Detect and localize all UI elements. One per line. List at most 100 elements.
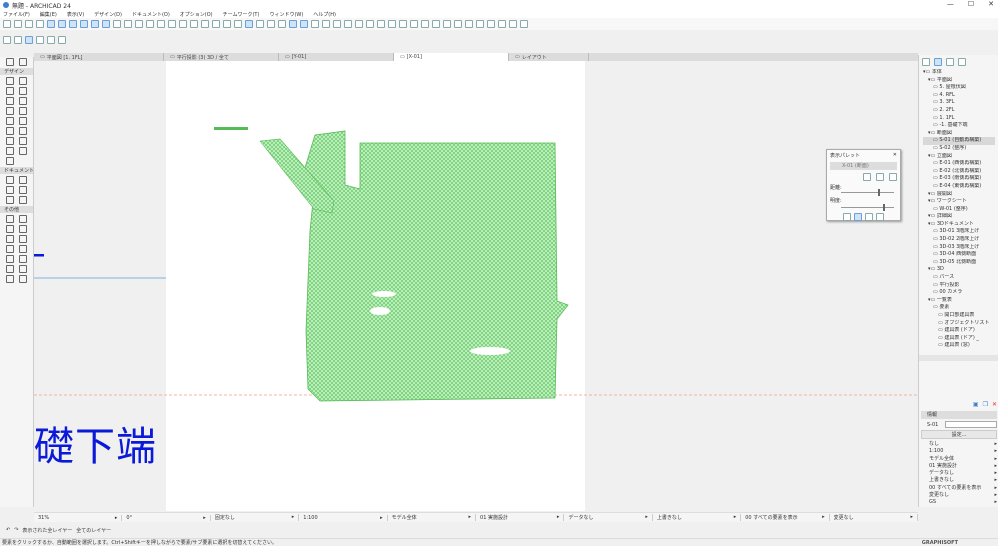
tab-view[interactable]: ▭ 平行投影 (3) 3D / 全て [164, 53, 279, 61]
tool-icon[interactable] [19, 77, 28, 85]
tool-icon[interactable] [5, 176, 14, 184]
quick-option[interactable]: 0° ▸ [122, 514, 211, 521]
menu-item[interactable]: ドキュメント(O) [132, 11, 170, 18]
toolbar-button[interactable] [80, 20, 88, 28]
toolbar-button[interactable] [36, 20, 44, 28]
menu-item[interactable]: 表示(V) [67, 11, 84, 18]
tool-icon[interactable] [5, 215, 14, 223]
show-all-layers-button[interactable]: 表示された全レイヤー [22, 527, 72, 534]
tool-icon[interactable] [19, 215, 28, 223]
tree-item[interactable]: ▭ 00 カメラ [923, 289, 995, 297]
tree-item[interactable]: ▭ W-01 (整序) [923, 206, 995, 214]
palette-mode-button[interactable] [854, 213, 862, 221]
tool-icon[interactable] [5, 97, 14, 105]
toolbar-button[interactable] [3, 36, 11, 44]
tab-view[interactable]: ▭ [X-01] [394, 53, 509, 61]
tool-icon[interactable] [19, 176, 28, 184]
toolbar-button[interactable] [14, 36, 22, 44]
tool-icon[interactable] [19, 265, 28, 273]
tool-icon[interactable] [5, 245, 14, 253]
toolbar-button[interactable] [476, 20, 484, 28]
tree-item[interactable]: ▭ 3D-04 西側断面 [923, 251, 995, 259]
tree-item[interactable]: ▭ 要素 [923, 304, 995, 312]
quick-option[interactable]: 1:100 ▸ [299, 514, 388, 521]
toolbar-button[interactable] [465, 20, 473, 28]
tree-item[interactable]: ▭ 3D-01 3階床上げ [923, 228, 995, 236]
tree-item[interactable]: ▾▭ 断面図 [923, 130, 995, 138]
tree-item[interactable]: ▭ 建具表 (窓) [923, 342, 995, 350]
tree-item[interactable]: ▭ パース [923, 274, 995, 282]
menu-item[interactable]: チームワーク(T) [223, 11, 260, 18]
property-row[interactable]: 上書きなし ▸ [921, 477, 997, 484]
tool-icon[interactable] [5, 137, 14, 145]
all-layers-button[interactable]: 全てのレイヤー [76, 527, 111, 534]
navigator-mode-button[interactable] [922, 58, 930, 66]
tree-item[interactable]: ▭ E-02 (北側再構築) [923, 168, 995, 176]
tree-item[interactable]: ▾▭ 3D [923, 266, 995, 274]
tool-icon[interactable] [19, 107, 28, 115]
tree-item[interactable]: ▭ 2. 2FL [923, 107, 995, 115]
tree-item[interactable]: ▾▭ 詳細図 [923, 213, 995, 221]
toolbar-button[interactable] [91, 20, 99, 28]
quick-option[interactable]: モデル全体 ▸ [388, 514, 477, 521]
tool-icon[interactable] [5, 147, 14, 155]
menu-item[interactable]: ウィンドウ(W) [269, 11, 303, 18]
tree-item[interactable]: ▾▭ 立面図 [923, 153, 995, 161]
toolbox-section-header[interactable]: ドキュメント [0, 167, 33, 174]
tree-item[interactable]: ▾▭ ワークシート [923, 198, 995, 206]
toolbar-button[interactable] [509, 20, 517, 28]
view-name-input[interactable] [945, 421, 997, 428]
toolbar-button[interactable] [201, 20, 209, 28]
toolbar-button[interactable] [498, 20, 506, 28]
tree-item[interactable]: ▭ E-03 (南側再構築) [923, 175, 995, 183]
toolbar-button[interactable] [69, 20, 77, 28]
toolbar-button[interactable] [3, 20, 11, 28]
property-row[interactable]: なし ▸ [921, 441, 997, 448]
toolbar-button[interactable] [388, 20, 396, 28]
tree-item[interactable]: ▭ 建具表 (ドア) _ [923, 335, 995, 343]
view-map-button[interactable] [946, 58, 954, 66]
arrow-tool-icon[interactable] [5, 58, 14, 66]
quick-option[interactable]: 00 すべての要素を表示 ▸ [741, 514, 830, 521]
toolbar-button[interactable] [300, 20, 308, 28]
toolbar-button[interactable] [212, 20, 220, 28]
tool-icon[interactable] [19, 87, 28, 95]
settings-button[interactable]: 設定... [921, 430, 997, 439]
property-row[interactable]: 変更なし ▸ [921, 492, 997, 499]
toolbar-button[interactable] [245, 20, 253, 28]
tool-icon[interactable] [19, 137, 28, 145]
toolbar-button[interactable] [399, 20, 407, 28]
toolbar-button[interactable] [47, 20, 55, 28]
palette-close-icon[interactable]: ✕ [893, 152, 897, 159]
toolbar-button[interactable] [256, 20, 264, 28]
tool-icon[interactable] [5, 235, 14, 243]
tree-item[interactable]: ▭ S-02 (整序) [923, 145, 995, 153]
quick-option[interactable]: 31% ▸ [34, 514, 123, 521]
toolbar-button[interactable] [14, 20, 22, 28]
menu-item[interactable]: ファイル(F) [3, 11, 30, 18]
tree-item[interactable]: ▭ E-01 (西側再構築) [923, 160, 995, 168]
toolbar-button[interactable] [234, 20, 242, 28]
quick-option[interactable]: データなし ▸ [564, 514, 653, 521]
toolbox-section-header[interactable]: デザイン [0, 68, 33, 75]
property-row[interactable]: GS ▸ [921, 499, 997, 506]
tree-horizontal-scrollbar[interactable] [919, 355, 998, 361]
menu-item[interactable]: オプション(O) [180, 11, 213, 18]
tool-icon[interactable] [5, 117, 14, 125]
clone-icon[interactable]: ❐ [983, 401, 988, 408]
palette-mode-button[interactable] [843, 213, 851, 221]
tab-view[interactable]: ▭ レイアウト [509, 53, 589, 61]
palette-tool-button[interactable] [863, 173, 871, 181]
new-view-icon[interactable]: ▣ [973, 401, 979, 408]
view-palette[interactable]: 表示パレット ✕ X-01 (断面) 距離: 明度: [826, 149, 901, 221]
view-select[interactable]: X-01 (断面) [830, 162, 897, 170]
toolbar-button[interactable] [179, 20, 187, 28]
toolbar-button[interactable] [311, 20, 319, 28]
tab-view[interactable]: ▭ 平面図 [1. 1FL] [34, 53, 164, 61]
tree-item[interactable]: ▾▭ 平面図 [923, 77, 995, 85]
toolbar-button[interactable] [289, 20, 297, 28]
tree-item[interactable]: ▭ S-01 (自動再構築) [923, 137, 995, 145]
tool-icon[interactable] [5, 225, 14, 233]
toolbar-button[interactable] [25, 36, 33, 44]
toolbar-button[interactable] [432, 20, 440, 28]
